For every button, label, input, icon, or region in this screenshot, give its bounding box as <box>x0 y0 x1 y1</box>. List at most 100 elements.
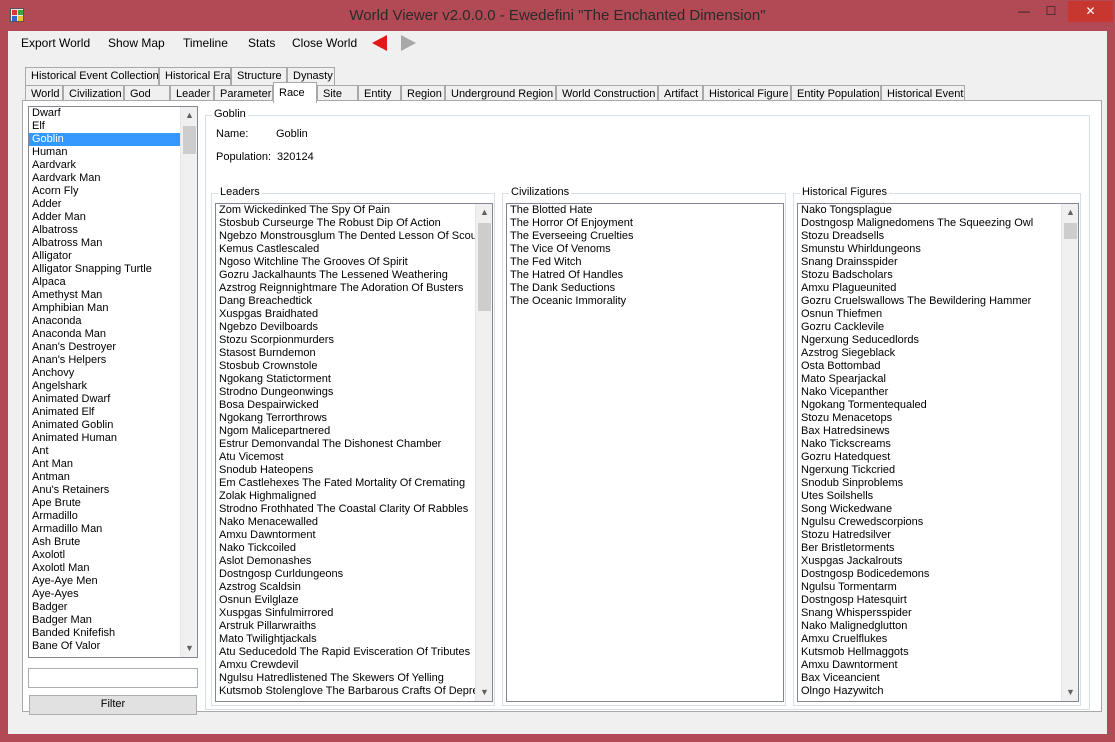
list-item[interactable]: Animated Elf <box>29 406 197 419</box>
list-item[interactable]: Animated Human <box>29 432 197 445</box>
list-item[interactable]: Stozu Menacetops <box>798 412 1078 425</box>
list-item[interactable]: Adder Man <box>29 211 197 224</box>
list-item[interactable]: Aye-Aye Men <box>29 575 197 588</box>
leaders-scrollbar[interactable]: ▲ ▼ <box>475 204 492 701</box>
list-item[interactable]: Amxu Cruelflukes <box>798 633 1078 646</box>
list-item[interactable]: Atu Vicemost <box>216 451 492 464</box>
list-item[interactable]: Acorn Fly <box>29 185 197 198</box>
list-item[interactable]: Gozru Cacklevile <box>798 321 1078 334</box>
list-item[interactable]: Elf <box>29 120 197 133</box>
list-item[interactable]: Ngebzo Devilboards <box>216 321 492 334</box>
list-item[interactable]: Nako Tickscreams <box>798 438 1078 451</box>
scroll-down-icon[interactable]: ▼ <box>1062 684 1078 701</box>
list-item[interactable]: The Everseeing Cruelties <box>507 230 783 243</box>
arrow-left-icon[interactable] <box>372 35 387 51</box>
list-item[interactable]: Stozu Badscholars <box>798 269 1078 282</box>
list-item[interactable]: Amxu Dawntorment <box>798 659 1078 672</box>
list-item[interactable]: Animated Goblin <box>29 419 197 432</box>
menu-export-world[interactable]: Export World <box>21 36 90 50</box>
list-item[interactable]: Dostngosp Malignedomens The Squeezing Ow… <box>798 217 1078 230</box>
race-list-scrollbar[interactable]: ▲ ▼ <box>180 107 197 657</box>
list-item[interactable]: Nako Vicepanther <box>798 386 1078 399</box>
list-item[interactable]: Em Castlehexes The Fated Mortality Of Cr… <box>216 477 492 490</box>
list-item[interactable]: Kemus Castlescaled <box>216 243 492 256</box>
list-item[interactable]: Nako Tongsplague <box>798 204 1078 217</box>
list-item[interactable]: Dostngosp Bodicedemons <box>798 568 1078 581</box>
list-item[interactable]: Anan's Destroyer <box>29 341 197 354</box>
list-item[interactable]: Atu Seducedold The Rapid Evisceration Of… <box>216 646 492 659</box>
list-item[interactable]: Snang Drainsspider <box>798 256 1078 269</box>
list-item[interactable]: The Vice Of Venoms <box>507 243 783 256</box>
historical-figures-scrollbar[interactable]: ▲ ▼ <box>1061 204 1078 701</box>
tab-historical-event-collection[interactable]: Historical Event Collection <box>25 67 159 85</box>
list-item[interactable]: Dang Breachedtick <box>216 295 492 308</box>
list-item[interactable]: Snang Whispersspider <box>798 607 1078 620</box>
list-item[interactable]: Ngokang Tormentequaled <box>798 399 1078 412</box>
list-item[interactable]: Anaconda Man <box>29 328 197 341</box>
list-item[interactable]: Xuspgas Braidhated <box>216 308 492 321</box>
list-item[interactable]: Bax Viceancient <box>798 672 1078 685</box>
list-item[interactable]: Axolotl <box>29 549 197 562</box>
list-item[interactable]: Zom Wickedinked The Spy Of Pain <box>216 204 492 217</box>
list-item[interactable]: Stasost Burndemon <box>216 347 492 360</box>
list-item[interactable]: Nako Tickcoiled <box>216 542 492 555</box>
list-item[interactable]: Axolotl Man <box>29 562 197 575</box>
scroll-thumb[interactable] <box>1064 223 1077 239</box>
list-item[interactable]: Amphibian Man <box>29 302 197 315</box>
list-item[interactable]: Ngulsu Hatredlistened The Skewers Of Yel… <box>216 672 492 685</box>
list-item[interactable]: Alpaca <box>29 276 197 289</box>
list-item[interactable]: Stozu Hatredsilver <box>798 529 1078 542</box>
list-item[interactable]: Anu's Retainers <box>29 484 197 497</box>
arrow-right-icon[interactable] <box>401 35 416 51</box>
list-item[interactable]: Strodno Dungeonwings <box>216 386 492 399</box>
list-item[interactable]: Ngerxung Seducedlords <box>798 334 1078 347</box>
scroll-up-icon[interactable]: ▲ <box>476 204 492 221</box>
list-item[interactable]: Kutsmob Stolenglove The Barbarous Crafts… <box>216 685 492 698</box>
list-item[interactable]: Aslot Demonashes <box>216 555 492 568</box>
list-item[interactable]: Dostngosp Curldungeons <box>216 568 492 581</box>
title-bar[interactable]: World Viewer v2.0.0.0 - Ewedefini "The E… <box>0 0 1115 31</box>
list-item[interactable]: Anaconda <box>29 315 197 328</box>
list-item[interactable]: Ant <box>29 445 197 458</box>
tab-race[interactable]: Race <box>273 82 317 103</box>
list-item[interactable]: The Fed Witch <box>507 256 783 269</box>
list-item[interactable]: Ngulsu Tormentarm <box>798 581 1078 594</box>
list-item[interactable]: Estrur Demonvandal The Dishonest Chamber <box>216 438 492 451</box>
list-item[interactable]: Goblin <box>29 133 197 146</box>
close-window-button[interactable]: ✕ <box>1068 1 1113 22</box>
historical-figures-listbox[interactable]: Nako Tongsplague Dostngosp Malignedomens … <box>797 203 1079 702</box>
list-item[interactable]: Human <box>29 146 197 159</box>
list-item[interactable]: Badger <box>29 601 197 614</box>
list-item[interactable]: Amxu Crewdevil <box>216 659 492 672</box>
list-item[interactable]: Olngo Hazywitch <box>798 685 1078 698</box>
list-item[interactable]: Amethyst Man <box>29 289 197 302</box>
list-item[interactable]: Nako Malignedglutton <box>798 620 1078 633</box>
tab-historical-era[interactable]: Historical Era <box>159 67 231 85</box>
race-listbox[interactable]: Dwarf Elf Goblin Human Aardvark Aardvark Man A… <box>28 106 198 658</box>
list-item[interactable]: Stosbub Crownstole <box>216 360 492 373</box>
list-item[interactable]: Ngoso Witchline The Grooves Of Spirit <box>216 256 492 269</box>
list-item[interactable]: Arstruk Pillarwraiths <box>216 620 492 633</box>
list-item[interactable]: The Oceanic Immorality <box>507 295 783 308</box>
list-item[interactable]: Albatross Man <box>29 237 197 250</box>
list-item[interactable]: Animated Dwarf <box>29 393 197 406</box>
list-item[interactable]: Osnun Evilglaze <box>216 594 492 607</box>
list-item[interactable]: Bax Hatredsinews <box>798 425 1078 438</box>
list-item[interactable]: Aye-Ayes <box>29 588 197 601</box>
scroll-thumb[interactable] <box>183 126 196 154</box>
list-item[interactable]: Snodub Hateopens <box>216 464 492 477</box>
list-item[interactable]: Ant Man <box>29 458 197 471</box>
list-item[interactable]: Ash Brute <box>29 536 197 549</box>
civilizations-listbox[interactable]: The Blotted Hate The Horror Of Enjoyment T… <box>506 203 784 702</box>
list-item[interactable]: Mato Spearjackal <box>798 373 1078 386</box>
scroll-thumb[interactable] <box>478 223 491 311</box>
list-item[interactable]: Anchovy <box>29 367 197 380</box>
scroll-up-icon[interactable]: ▲ <box>181 107 197 124</box>
list-item[interactable]: Snodub Sinproblems <box>798 477 1078 490</box>
list-item[interactable]: Utes Soilshells <box>798 490 1078 503</box>
list-item[interactable]: Angelshark <box>29 380 197 393</box>
list-item[interactable]: Azstrog Scaldsin <box>216 581 492 594</box>
list-item[interactable]: Dwarf <box>29 107 197 120</box>
scroll-down-icon[interactable]: ▼ <box>476 684 492 701</box>
list-item[interactable]: Nako Menacewalled <box>216 516 492 529</box>
